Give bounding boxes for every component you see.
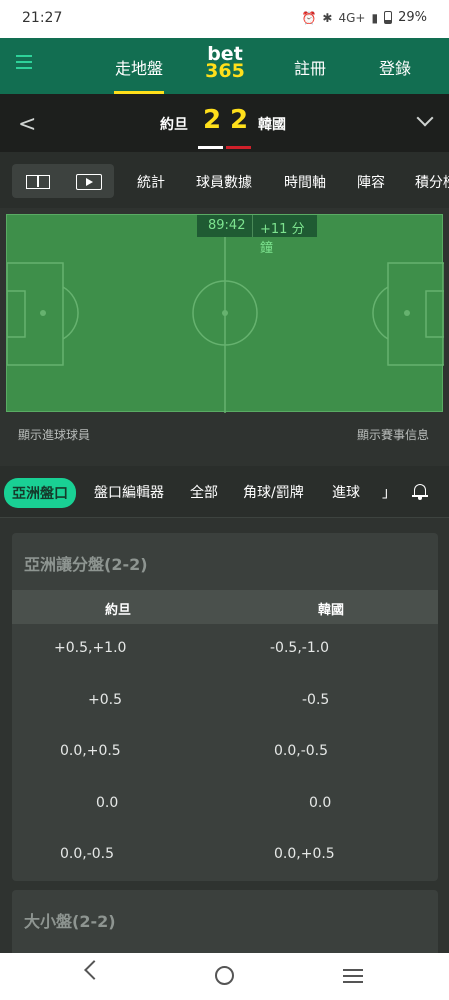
back-chevron-icon[interactable]: <	[18, 112, 36, 137]
away-line[interactable]: -0.5	[302, 692, 329, 708]
column-home: 約旦	[105, 603, 132, 618]
expand-chevron-down-icon[interactable]	[416, 109, 434, 127]
away-line[interactable]: 0.0	[309, 795, 331, 811]
home-line[interactable]: 0.0,+0.5	[60, 743, 121, 759]
handicap-row: 0.0 0.0	[12, 779, 438, 831]
nav-login[interactable]: 登錄	[379, 55, 411, 79]
match-clock: 89:42 +11 分鐘	[197, 215, 317, 256]
added-time: +11 分鐘	[260, 222, 305, 256]
column-away: 韓國	[318, 603, 345, 618]
battery-percent: 29%	[398, 10, 427, 25]
market-tabs: 亞洲盤口 盤口編輯器 全部 角球/罰牌 進球 」	[0, 466, 449, 518]
bluetooth-icon: ✱	[322, 10, 333, 25]
market-column-header: 約旦 韓國	[12, 590, 438, 624]
market-title[interactable]: 大小盤(2-2)	[24, 908, 116, 932]
pitch-markings	[6, 215, 445, 413]
tab-stats[interactable]: 統計	[137, 172, 165, 192]
home-line[interactable]: 0.0	[96, 795, 118, 811]
back-icon[interactable]	[84, 960, 104, 980]
away-line[interactable]: 0.0,+0.5	[274, 846, 335, 862]
app-header: 走地盤 bet 365 註冊 登錄	[0, 38, 449, 94]
show-info-link[interactable]: 顯示賽事信息	[357, 426, 429, 443]
tab-player-stats[interactable]: 球員數據	[196, 172, 252, 192]
bet365-logo[interactable]: bet 365	[202, 45, 248, 82]
pitch-view-icon[interactable]	[26, 175, 50, 189]
home-line[interactable]: 0.0,-0.5	[60, 846, 114, 862]
tab-more[interactable]: 」	[382, 482, 396, 502]
away-team-name: 韓國	[258, 117, 286, 133]
home-score: 2	[203, 105, 222, 135]
home-line[interactable]: +0.5,+1.0	[54, 640, 126, 656]
away-score: 2	[230, 105, 249, 135]
live-pitch	[6, 214, 445, 413]
alarm-icon: ⏰	[301, 10, 317, 25]
clock-divider	[252, 215, 253, 237]
match-stat-tabs: 統計 球員數據 時間軸 陣容 積分榜	[0, 152, 449, 208]
away-kit-color	[226, 146, 251, 149]
home-team-name: 約旦	[160, 117, 188, 133]
status-icons: ⏰ ✱ 4G+ ▮ 29%	[301, 10, 427, 25]
away-line[interactable]: 0.0,-0.5	[274, 743, 328, 759]
logo-text-bottom: 365	[205, 60, 245, 82]
system-nav-bar	[0, 953, 449, 1000]
handicap-row: +0.5 -0.5	[12, 676, 438, 728]
tab-all[interactable]: 全部	[190, 482, 218, 502]
nav-register[interactable]: 註冊	[294, 55, 326, 79]
network-type: 4G+	[338, 10, 366, 25]
market-title[interactable]: 亞洲讓分盤(2-2)	[24, 551, 148, 575]
clock-time: 89:42	[208, 218, 246, 233]
show-scorers-link[interactable]: 顯示進球球員	[18, 426, 90, 443]
away-line[interactable]: -0.5,-1.0	[270, 640, 329, 656]
nav-live[interactable]: 走地盤	[113, 55, 165, 94]
hamburger-menu-icon[interactable]	[16, 55, 32, 69]
tab-bet-builder[interactable]: 盤口編輯器	[94, 482, 164, 502]
tab-standings[interactable]: 積分榜	[415, 172, 449, 192]
handicap-row: 0.0,+0.5 0.0,-0.5	[12, 727, 438, 779]
video-play-icon[interactable]	[76, 174, 102, 190]
tab-corners-cards[interactable]: 角球/罰牌	[243, 482, 304, 502]
tab-goals[interactable]: 進球	[332, 482, 360, 502]
handicap-row: +0.5,+1.0 -0.5,-1.0	[12, 624, 438, 676]
home-kit-color	[198, 146, 223, 149]
status-time: 21:27	[22, 10, 63, 26]
match-score-bar: < 約旦 2 2 韓國	[0, 94, 449, 152]
bell-icon[interactable]	[412, 482, 428, 500]
tab-lineup[interactable]: 陣容	[357, 172, 385, 192]
totals-market: 大小盤(2-2)	[12, 890, 438, 960]
home-line[interactable]: +0.5	[88, 692, 122, 708]
tab-timeline[interactable]: 時間軸	[284, 172, 326, 192]
handicap-row: 0.0,-0.5 0.0,+0.5	[12, 830, 438, 881]
tab-asian-lines[interactable]: 亞洲盤口	[4, 478, 76, 508]
asian-handicap-market: 亞洲讓分盤(2-2) 約旦 韓國 +0.5,+1.0 -0.5,-1.0 +0.…	[12, 533, 438, 881]
signal-icon: ▮	[371, 10, 379, 25]
view-toggle[interactable]	[12, 164, 114, 198]
battery-icon	[384, 11, 393, 24]
home-icon[interactable]	[215, 966, 234, 985]
recent-apps-icon[interactable]	[343, 969, 363, 987]
status-bar: 21:27 ⏰ ✱ 4G+ ▮ 29%	[0, 0, 449, 38]
